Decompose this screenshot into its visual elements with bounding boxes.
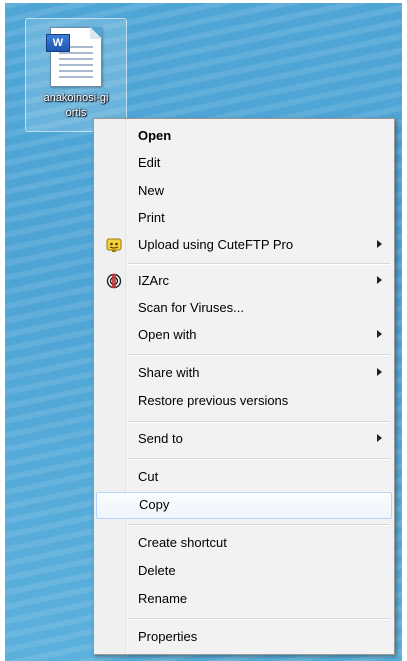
menu-item-label: Restore previous versions: [138, 393, 289, 408]
menu-item-delete[interactable]: Delete: [96, 559, 392, 584]
menu-item-label: Delete: [138, 563, 176, 578]
file-icon-selected[interactable]: W anakoinosi-gi ortis: [25, 18, 127, 132]
menu-separator: [128, 263, 390, 265]
submenu-arrow-icon: [377, 276, 382, 284]
menu-item-create-shortcut[interactable]: Create shortcut: [96, 531, 392, 556]
izarc-icon: [106, 273, 122, 289]
menu-item-scan-viruses[interactable]: Scan for Viruses...: [96, 296, 392, 321]
submenu-arrow-icon: [377, 240, 382, 248]
submenu-arrow-icon: [377, 368, 382, 376]
word-document-icon: W: [46, 27, 102, 87]
cuteftp-icon: [106, 238, 122, 252]
context-menu: Open Edit New Print Upload using CuteFTP…: [93, 118, 395, 655]
submenu-arrow-icon: [377, 330, 382, 338]
menu-separator: [128, 524, 390, 526]
menu-item-cut[interactable]: Cut: [96, 465, 392, 490]
menu-item-send-to[interactable]: Send to: [96, 427, 392, 452]
menu-item-label: Open with: [138, 327, 197, 342]
menu-item-label: Properties: [138, 629, 198, 644]
menu-separator: [128, 458, 390, 460]
menu-item-label: Open: [138, 128, 172, 143]
menu-separator: [128, 354, 390, 356]
menu-item-label: Scan for Viruses...: [138, 300, 244, 315]
menu-item-upload-cuteftp[interactable]: Upload using CuteFTP Pro: [96, 233, 392, 258]
page-fold: [90, 27, 102, 39]
menu-item-edit[interactable]: Edit: [96, 151, 392, 176]
menu-item-properties[interactable]: Properties: [96, 625, 392, 650]
menu-item-label: Upload using CuteFTP Pro: [138, 237, 294, 252]
menu-item-share-with[interactable]: Share with: [96, 361, 392, 386]
file-name-line-2: ortis: [65, 107, 87, 119]
menu-item-label: Edit: [138, 155, 161, 170]
menu-item-new[interactable]: New: [96, 179, 392, 204]
menu-item-label: Rename: [138, 591, 188, 606]
file-name-label: anakoinosi-gi ortis: [26, 91, 126, 121]
menu-item-label: New: [138, 183, 165, 198]
menu-item-rename[interactable]: Rename: [96, 587, 392, 612]
menu-item-label: Share with: [138, 365, 200, 380]
menu-item-izarc[interactable]: IZArc: [96, 269, 392, 294]
menu-item-label: IZArc: [138, 273, 170, 288]
menu-item-label: Cut: [138, 469, 159, 484]
submenu-arrow-icon: [377, 434, 382, 442]
menu-item-label: Send to: [138, 431, 183, 446]
menu-separator: [128, 421, 390, 423]
menu-item-print[interactable]: Print: [96, 206, 392, 231]
menu-item-label: Copy: [139, 497, 170, 512]
menu-item-copy[interactable]: Copy: [96, 492, 392, 519]
menu-separator: [128, 618, 390, 620]
menu-item-restore-previous[interactable]: Restore previous versions: [96, 389, 392, 414]
word-badge-icon: W: [46, 34, 70, 52]
menu-item-open[interactable]: Open: [96, 124, 392, 149]
desktop-background: W anakoinosi-gi ortis Open Edit New Prin…: [5, 3, 402, 661]
menu-item-label: Create shortcut: [138, 535, 227, 550]
menu-item-label: Print: [138, 210, 165, 225]
file-name-line-1: anakoinosi-gi: [43, 92, 109, 104]
menu-item-open-with[interactable]: Open with: [96, 323, 392, 348]
